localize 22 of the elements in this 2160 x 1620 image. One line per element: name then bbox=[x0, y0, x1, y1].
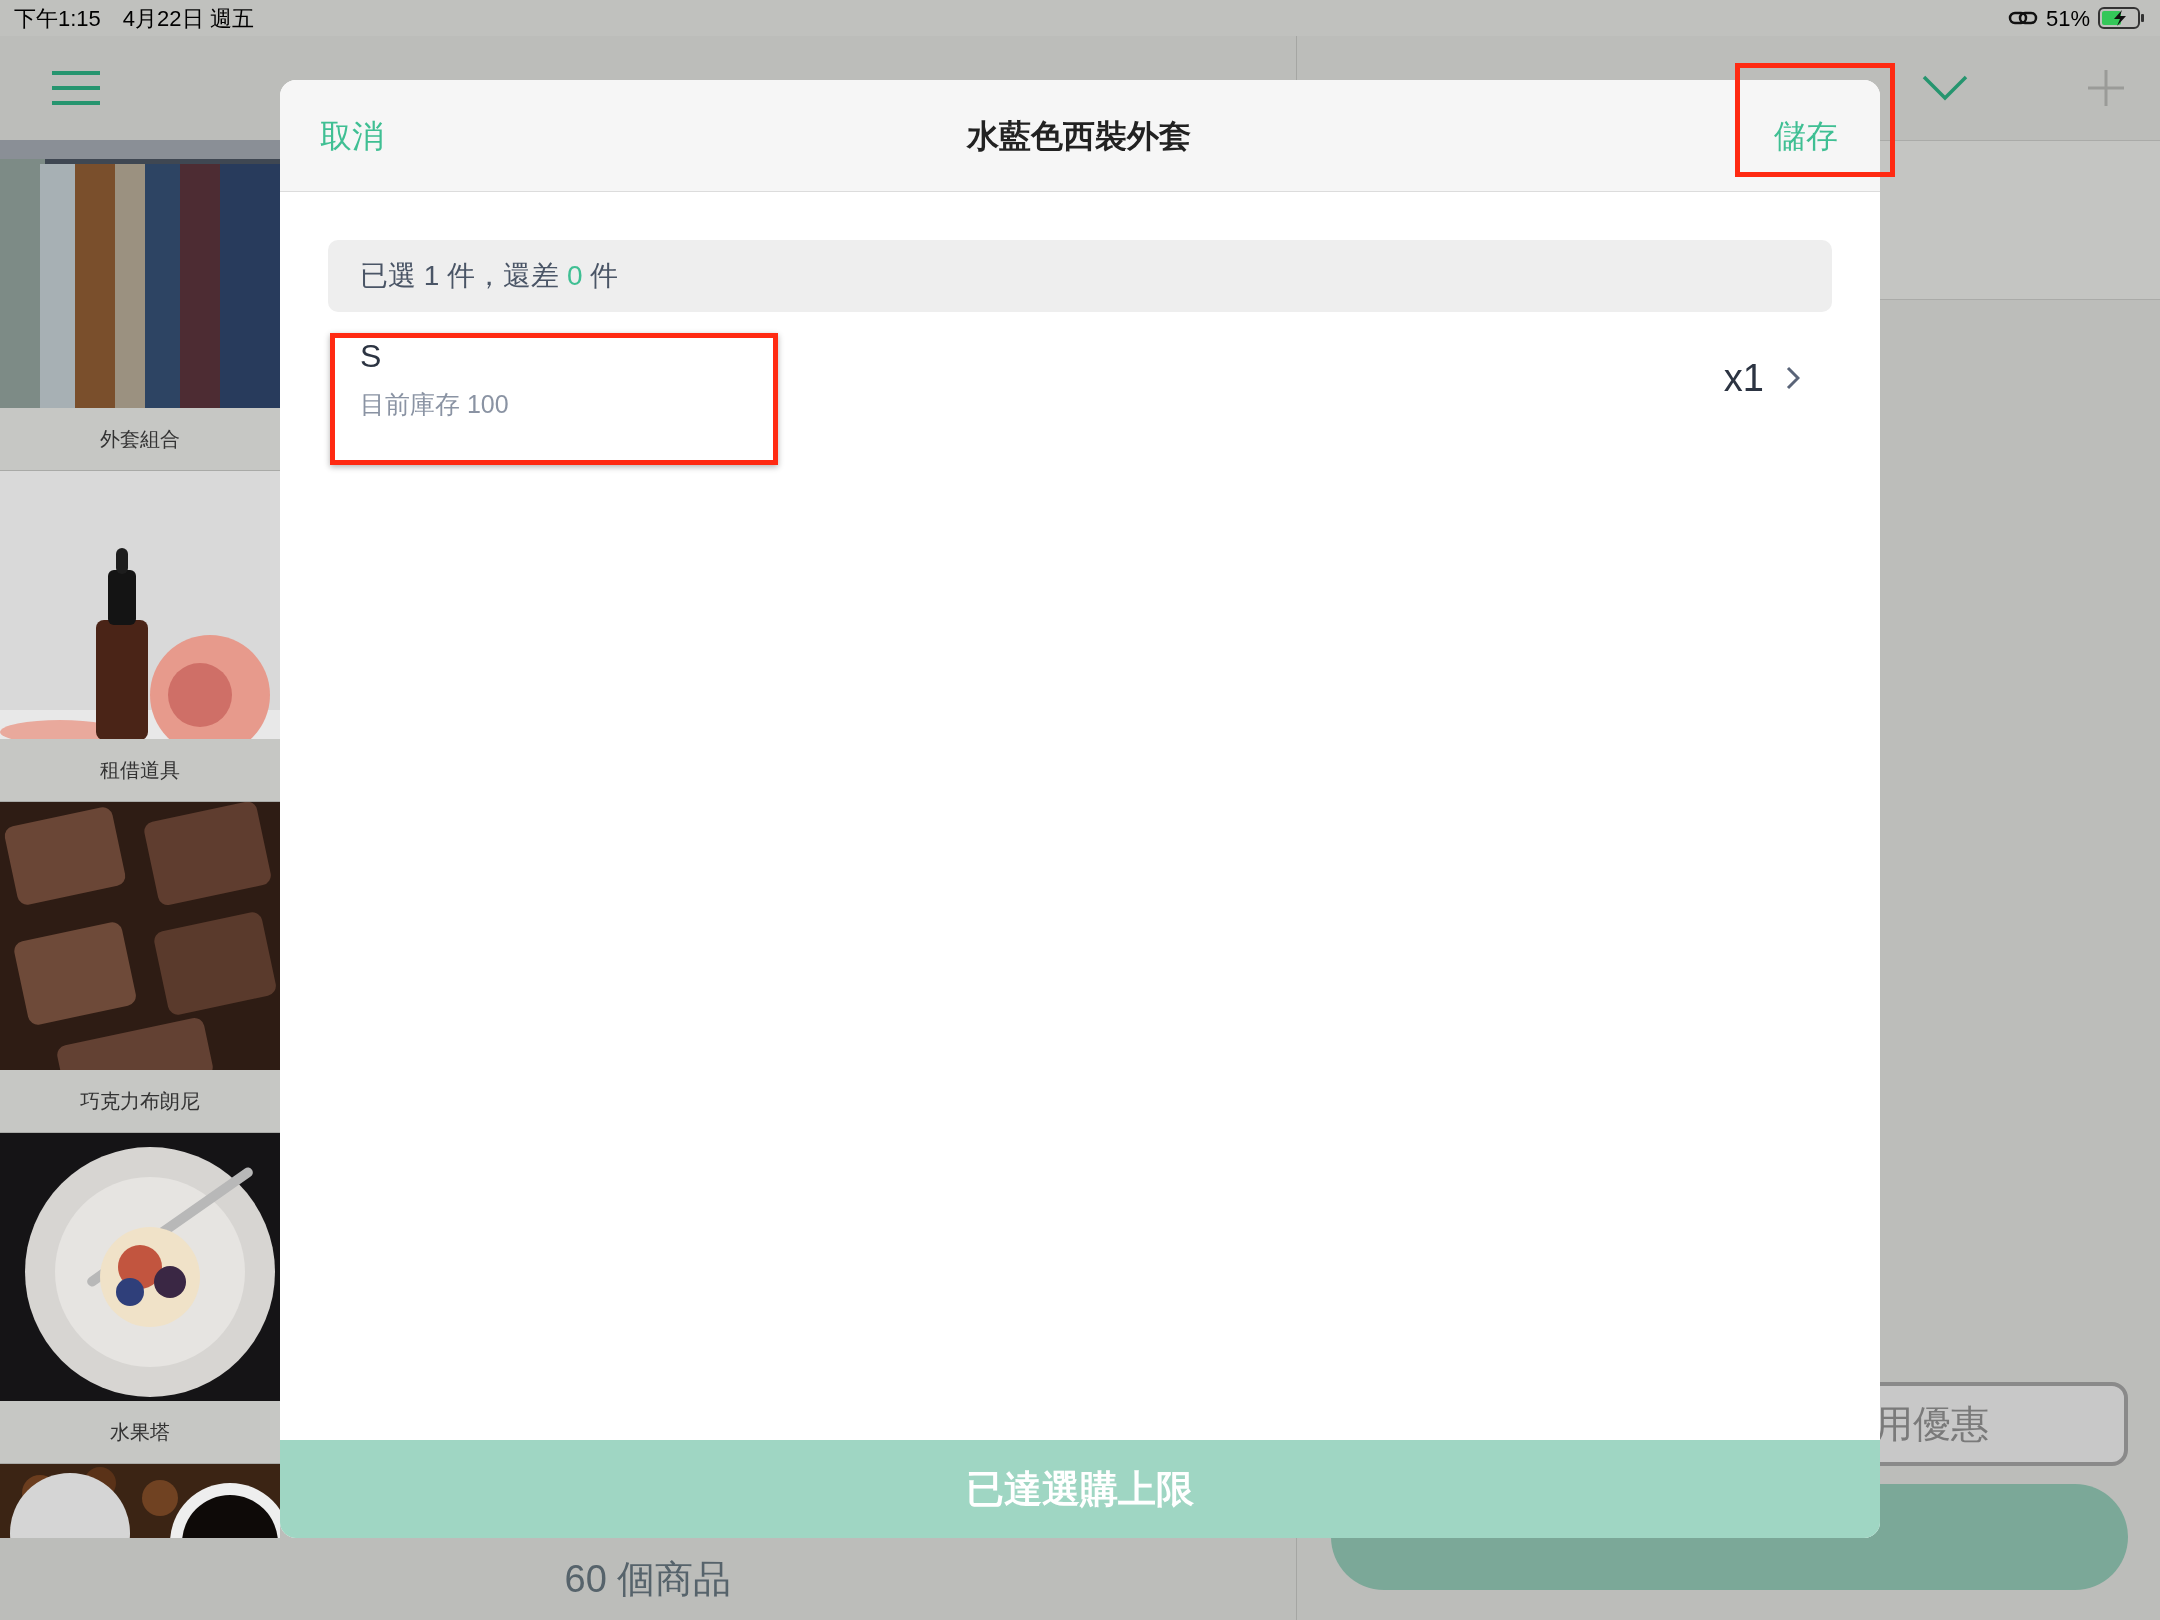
category-label: 巧克力布朗尼 bbox=[80, 1089, 200, 1114]
cancel-button[interactable]: 取消 bbox=[320, 111, 384, 160]
option-stock: 目前庫存 100 bbox=[360, 389, 509, 421]
status-time: 下午1:15 bbox=[14, 4, 101, 33]
option-quantity: x1 bbox=[1723, 355, 1764, 401]
category-label: 租借道具 bbox=[100, 758, 180, 783]
save-button[interactable]: 儲存 bbox=[1774, 111, 1838, 160]
product-count: 60 個商品 bbox=[564, 1556, 732, 1602]
battery-percent: 51% bbox=[2045, 4, 2090, 33]
option-name: S bbox=[360, 337, 383, 377]
chevron-right-icon bbox=[1786, 366, 1800, 390]
selection-summary: 已選 1 件，還差 0 件 bbox=[328, 240, 1832, 312]
battery-icon bbox=[2098, 6, 2146, 30]
chevron-down-icon[interactable] bbox=[1922, 75, 1968, 101]
menu-icon[interactable] bbox=[52, 71, 100, 105]
link-icon bbox=[2007, 9, 2038, 27]
category-label: 外套組合 bbox=[100, 427, 180, 452]
category-label: 水果塔 bbox=[110, 1420, 170, 1445]
status-date: 4月22日 週五 bbox=[122, 4, 254, 33]
dialog-title: 水藍色西裝外套 bbox=[965, 116, 1192, 156]
option-row[interactable]: S 目前庫存 100 x1 bbox=[328, 312, 1832, 444]
plus-icon[interactable] bbox=[2088, 70, 2124, 106]
